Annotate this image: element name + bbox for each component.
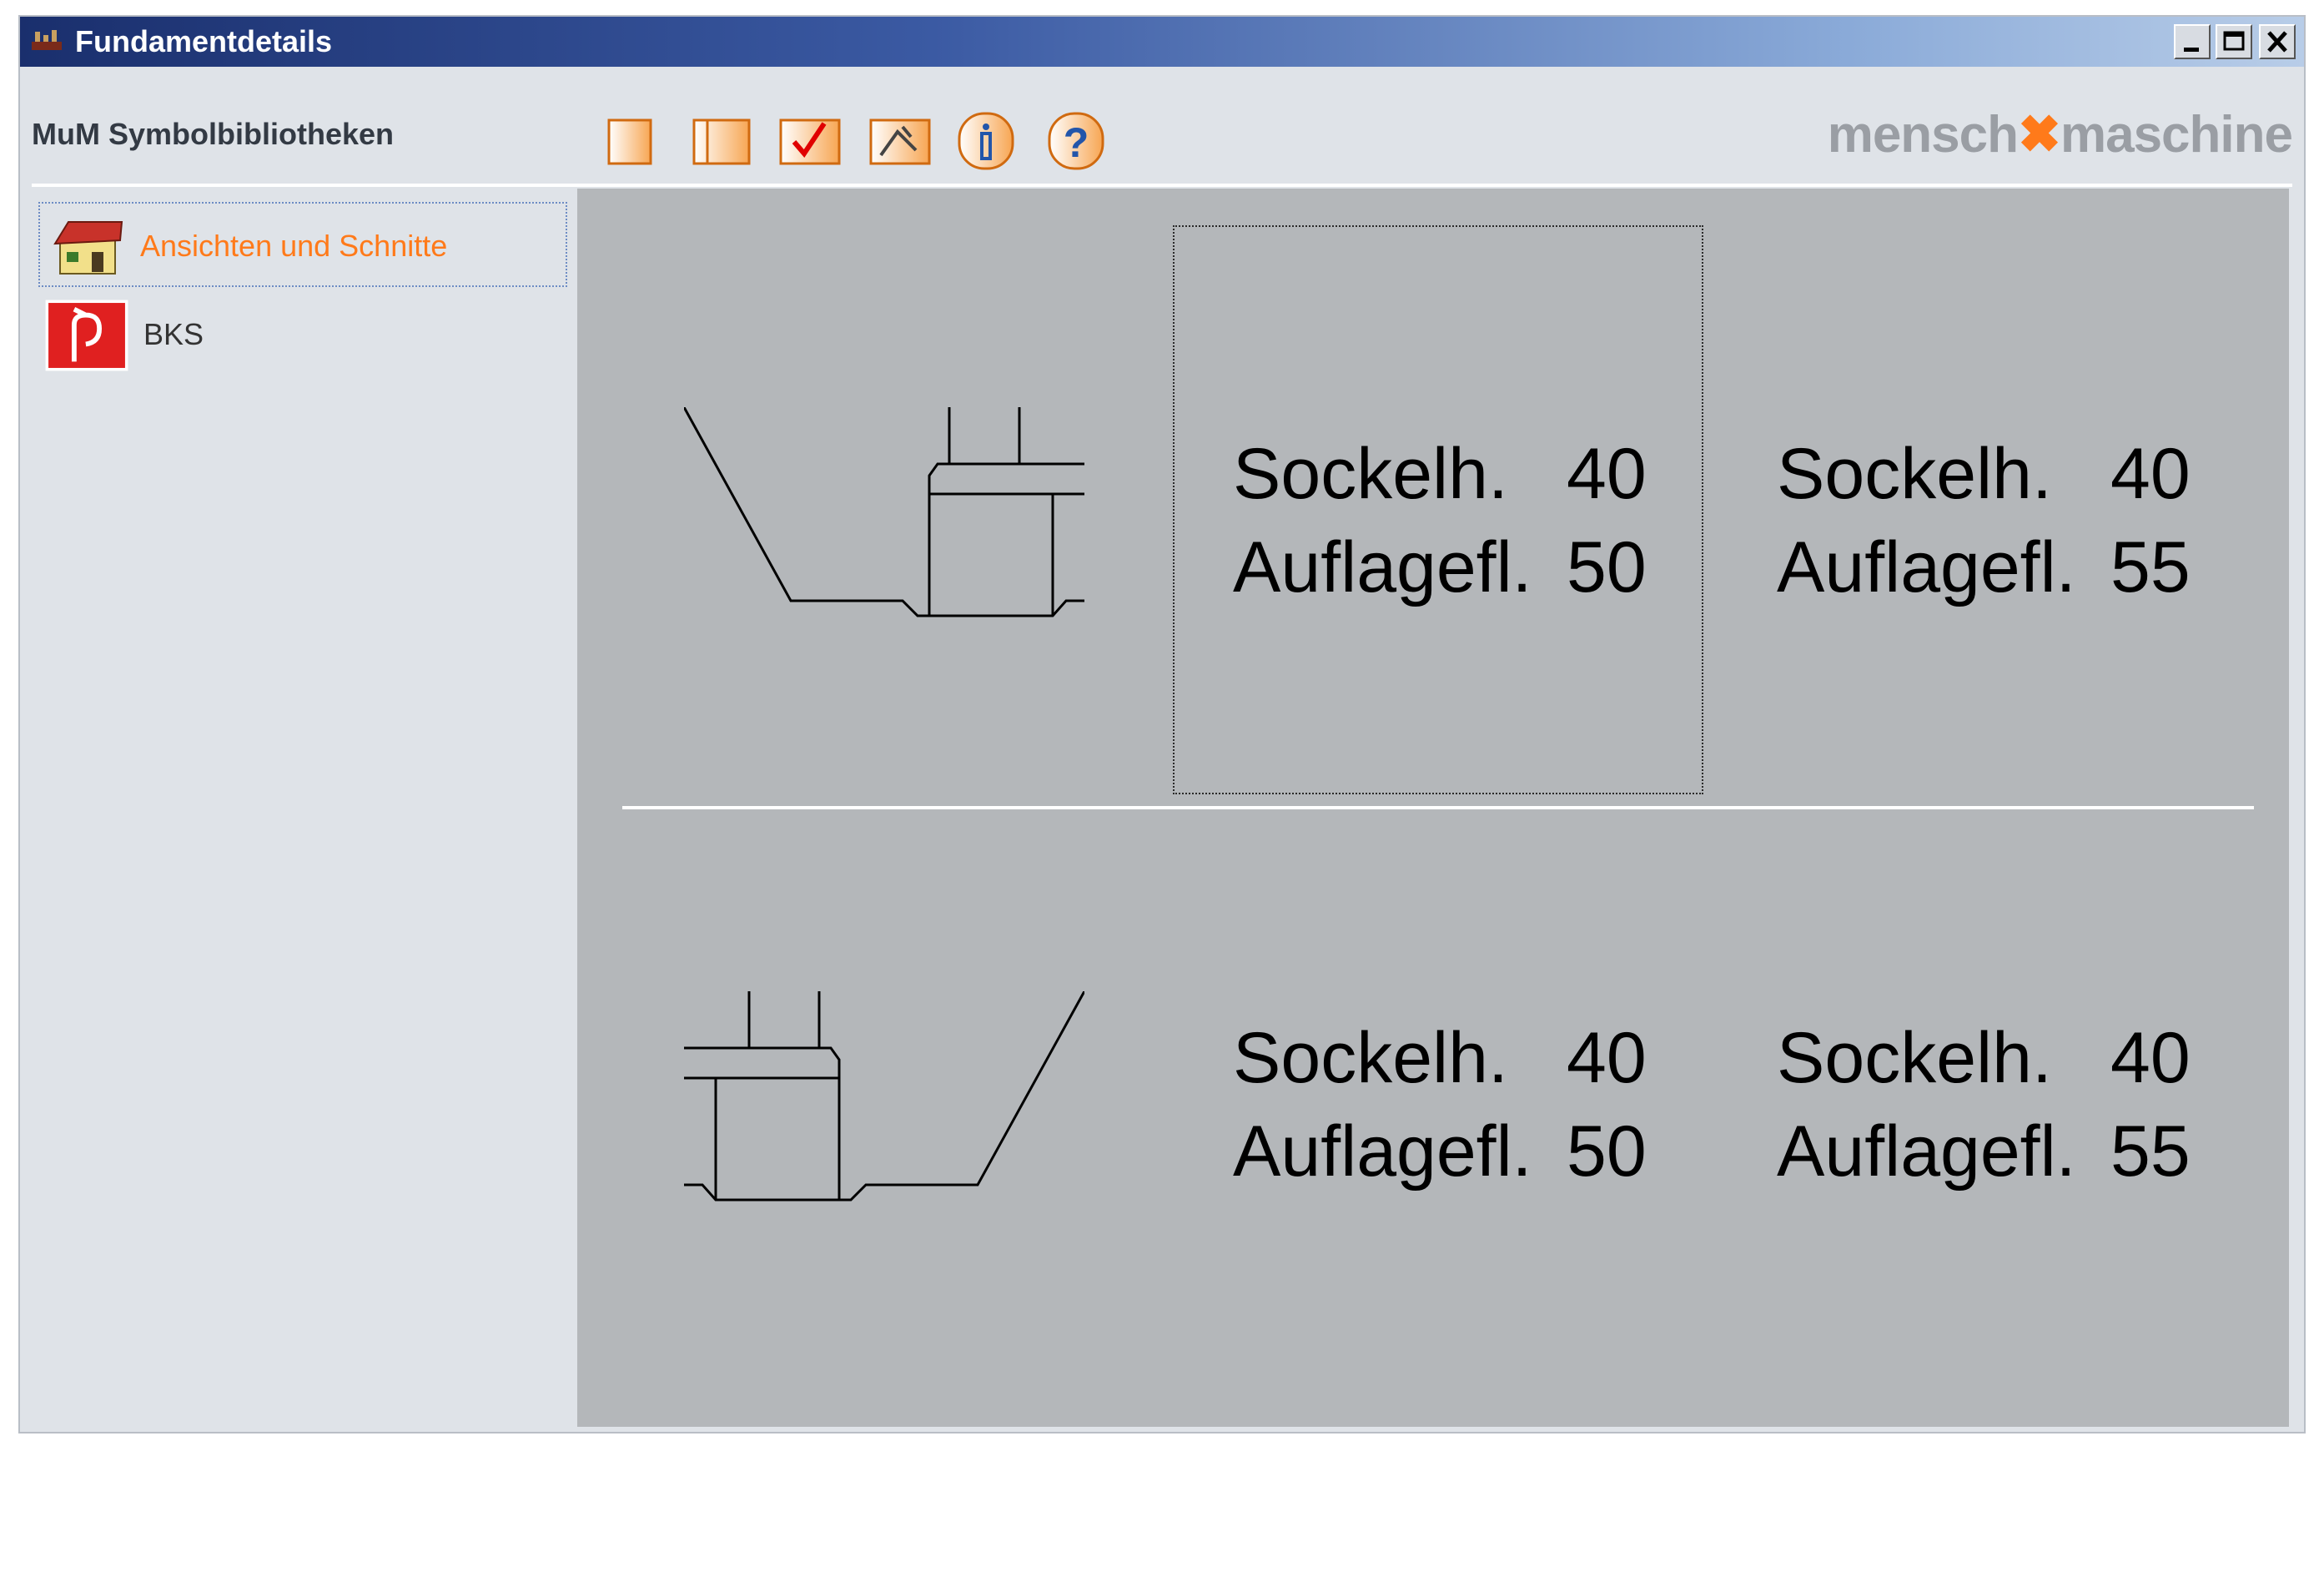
close-button[interactable]	[2259, 24, 2296, 59]
symbol-label-auflagefl: Auflagefl.	[1233, 527, 1532, 607]
symbol-tile-r2c2[interactable]: Sockelh. 40 Auflagefl. 55	[1777, 1011, 2211, 1203]
edit-icon	[869, 118, 931, 165]
svg-text:?: ?	[1064, 119, 1089, 166]
symbol-tile-r2c1[interactable]: Sockelh. 40 Auflagefl. 50	[1233, 1011, 1667, 1203]
symbol-value-auflagefl: 55	[2110, 527, 2191, 607]
symbol-tile-r1c1[interactable]: Sockelh. 40 Auflagefl. 50	[1233, 427, 1667, 619]
toolbar-button-help[interactable]: ?	[1043, 108, 1108, 172]
brand-text-left: mensch	[1827, 106, 2019, 164]
symbol-label-auflagefl: Auflagefl.	[1233, 1111, 1532, 1192]
fundamentdetails-window: Fundamentdetails MuM Symbolbibliotheken	[18, 15, 2306, 1433]
symbol-value-auflagefl: 55	[2110, 1111, 2191, 1192]
help-icon: ?	[1048, 112, 1104, 170]
symbol-tile-r1c2[interactable]: Sockelh. 40 Auflagefl. 55	[1777, 427, 2211, 619]
foundation-drawing-left[interactable]	[684, 991, 1084, 1242]
sidebar-item-label: BKS	[143, 317, 204, 351]
symbol-gallery: Sockelh. 40 Auflagefl. 50 Sockelh. 40 Au…	[577, 189, 2289, 1427]
library-title: MuM Symbolbibliotheken	[32, 117, 395, 151]
symbol-value-auflagefl: 50	[1567, 527, 1647, 607]
sidebar-item-ansichten-und-schnitte[interactable]: Ansichten und Schnitte	[38, 202, 567, 287]
sidebar-item-bks[interactable]: BKS	[38, 292, 567, 377]
title-bar[interactable]: Fundamentdetails	[20, 17, 2304, 67]
checkmark-icon	[779, 118, 841, 165]
header-divider	[32, 184, 2292, 187]
symbol-label-auflagefl: Auflagefl.	[1777, 527, 2076, 607]
brand-text-right: maschine	[2060, 106, 2293, 164]
brand-x-icon: ✖	[2018, 106, 2061, 164]
symbol-value-sockelh: 40	[1567, 1018, 1647, 1098]
foundation-drawing-right[interactable]	[684, 407, 1084, 658]
maximize-icon	[2223, 31, 2245, 51]
toolbar-button-edit[interactable]	[866, 108, 931, 172]
sidebar: Ansichten und Schnitte BKS	[35, 189, 567, 1427]
symbol-label-sockelh: Sockelh.	[1233, 1018, 1508, 1098]
toolbar-button-panel[interactable]	[687, 108, 752, 172]
close-icon	[2267, 31, 2287, 53]
row-separator	[622, 806, 2254, 809]
maximize-button[interactable]	[2216, 24, 2252, 59]
minimize-icon	[2184, 48, 2199, 52]
symbol-label-auflagefl: Auflagefl.	[1777, 1111, 2076, 1192]
toolbar-button-info[interactable]	[953, 108, 1018, 172]
symbol-value-sockelh: 40	[2110, 434, 2191, 514]
minimize-button[interactable]	[2174, 24, 2211, 59]
page-panel-icon	[692, 118, 751, 165]
symbol-label-sockelh: Sockelh.	[1777, 1018, 2052, 1098]
symbol-value-sockelh: 40	[2110, 1018, 2191, 1098]
symbol-label-sockelh: Sockelh.	[1233, 434, 1508, 514]
fire-extinguisher-icon	[45, 300, 128, 371]
window-title: Fundamentdetails	[75, 24, 333, 58]
symbol-label-sockelh: Sockelh.	[1777, 434, 2052, 514]
sidebar-item-label: Ansichten und Schnitte	[140, 229, 448, 263]
info-icon	[958, 112, 1014, 170]
toolbar-button-check[interactable]	[776, 108, 841, 172]
symbol-value-auflagefl: 50	[1567, 1111, 1647, 1192]
blank-page-icon	[607, 118, 652, 165]
app-icon	[32, 30, 62, 50]
symbol-value-sockelh: 40	[1567, 434, 1647, 514]
toolbar-button-new[interactable]	[599, 108, 664, 172]
brand-logo: mensch✖maschine	[1827, 103, 2293, 164]
house-icon	[53, 221, 123, 275]
header: MuM Symbolbibliotheken ? mensch✖maschine	[20, 67, 2304, 192]
